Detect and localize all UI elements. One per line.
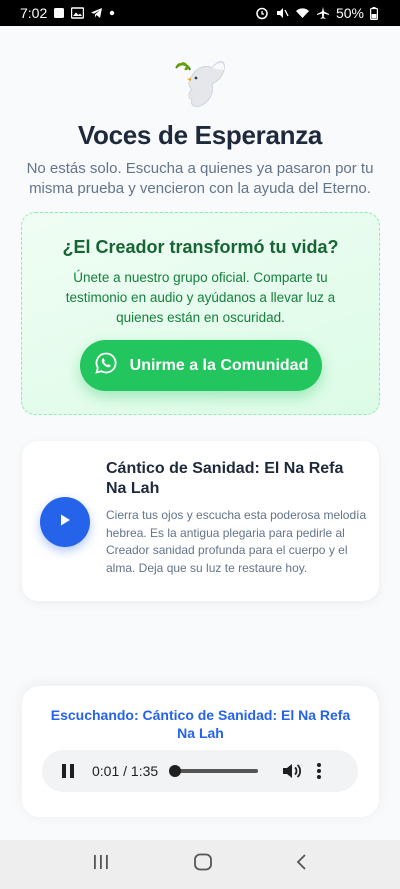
pause-button[interactable] [62,763,78,779]
status-time: 7:02 [20,5,48,21]
progress-knob[interactable] [169,765,182,777]
wifi-icon [295,7,310,19]
dove-icon [0,56,400,110]
community-card: ¿El Creador transformó tu vida? Únete a … [21,212,380,415]
playback-time: 0:01 / 1:35 [92,763,159,779]
join-community-button[interactable]: Unirme a la Comunidad [80,340,322,391]
battery-percent: 50% [335,5,364,21]
home-icon [194,853,212,871]
alarm-icon [255,6,269,20]
track-description: Cierra tus ojos y escucha esta poderosa … [106,508,367,575]
battery-icon [370,6,378,20]
page-title: Voces de Esperanza [77,120,323,150]
system-nav-bar [0,840,400,889]
airplane-icon [316,6,330,20]
community-description: Únete a nuestro grupo oficial. Comparte … [65,270,336,325]
volume-icon [283,764,302,778]
volume-button[interactable] [282,762,302,780]
recent-apps-icon [94,855,108,869]
pause-icon [62,764,74,778]
back-button[interactable] [295,853,309,876]
progress-slider[interactable] [169,765,259,777]
now-playing-label: Escuchando: Cántico de Sanidad: El Na Re… [50,707,351,741]
image-icon [71,7,85,19]
back-icon [296,854,306,870]
more-options-button[interactable] [316,762,322,780]
audio-player-card: Escuchando: Cántico de Sanidad: El Na Re… [22,686,379,817]
page-subtitle: No estás solo. Escucha a quienes ya pasa… [26,160,374,197]
dot-icon [109,10,115,16]
status-bar: 7:02 50% [0,0,400,26]
play-button[interactable] [40,497,90,547]
mute-icon [275,6,289,20]
more-vertical-icon [317,763,322,779]
community-title: ¿El Creador transformó tu vida? [62,237,339,257]
home-button[interactable] [193,853,213,876]
page-header: Voces de Esperanza No estás solo. Escuch… [0,56,400,199]
notification-icon [53,7,65,19]
join-community-label: Unirme a la Comunidad [129,356,309,374]
track-title: Cántico de Sanidad: El Na Refa Na Lah [106,460,344,497]
play-icon [58,513,72,532]
track-card: Cántico de Sanidad: El Na Refa Na Lah Ci… [22,441,379,601]
audio-controls: 0:01 / 1:35 [42,750,358,792]
recent-apps-button[interactable] [91,854,111,875]
whatsapp-icon [94,351,118,380]
telegram-icon [90,7,103,19]
